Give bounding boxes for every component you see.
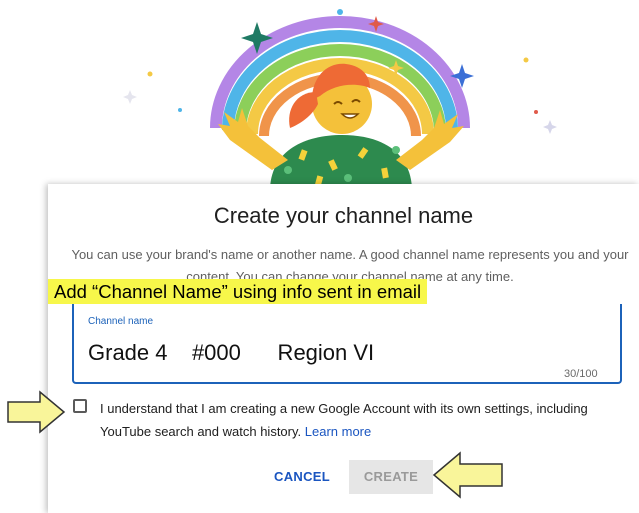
- arrow-right-icon: [7, 390, 66, 434]
- create-button[interactable]: CREATE: [349, 460, 433, 494]
- channel-name-label: Channel name: [88, 316, 154, 327]
- arrow-left-icon: [432, 451, 503, 499]
- learn-more-link[interactable]: Learn more: [305, 424, 371, 439]
- consent-text: I understand that I am creating a new Go…: [100, 397, 620, 443]
- cancel-button[interactable]: CANCEL: [272, 460, 332, 494]
- character-counter: 30/100: [564, 368, 598, 380]
- consent-checkbox[interactable]: [73, 399, 87, 413]
- channel-name-input[interactable]: Grade 4 #000 Region VI: [88, 340, 374, 366]
- rainbow-illustration: [123, 9, 557, 188]
- instruction-callout: Add “Channel Name” using info sent in em…: [48, 279, 428, 304]
- dialog-title: Create your channel name: [213, 203, 474, 228]
